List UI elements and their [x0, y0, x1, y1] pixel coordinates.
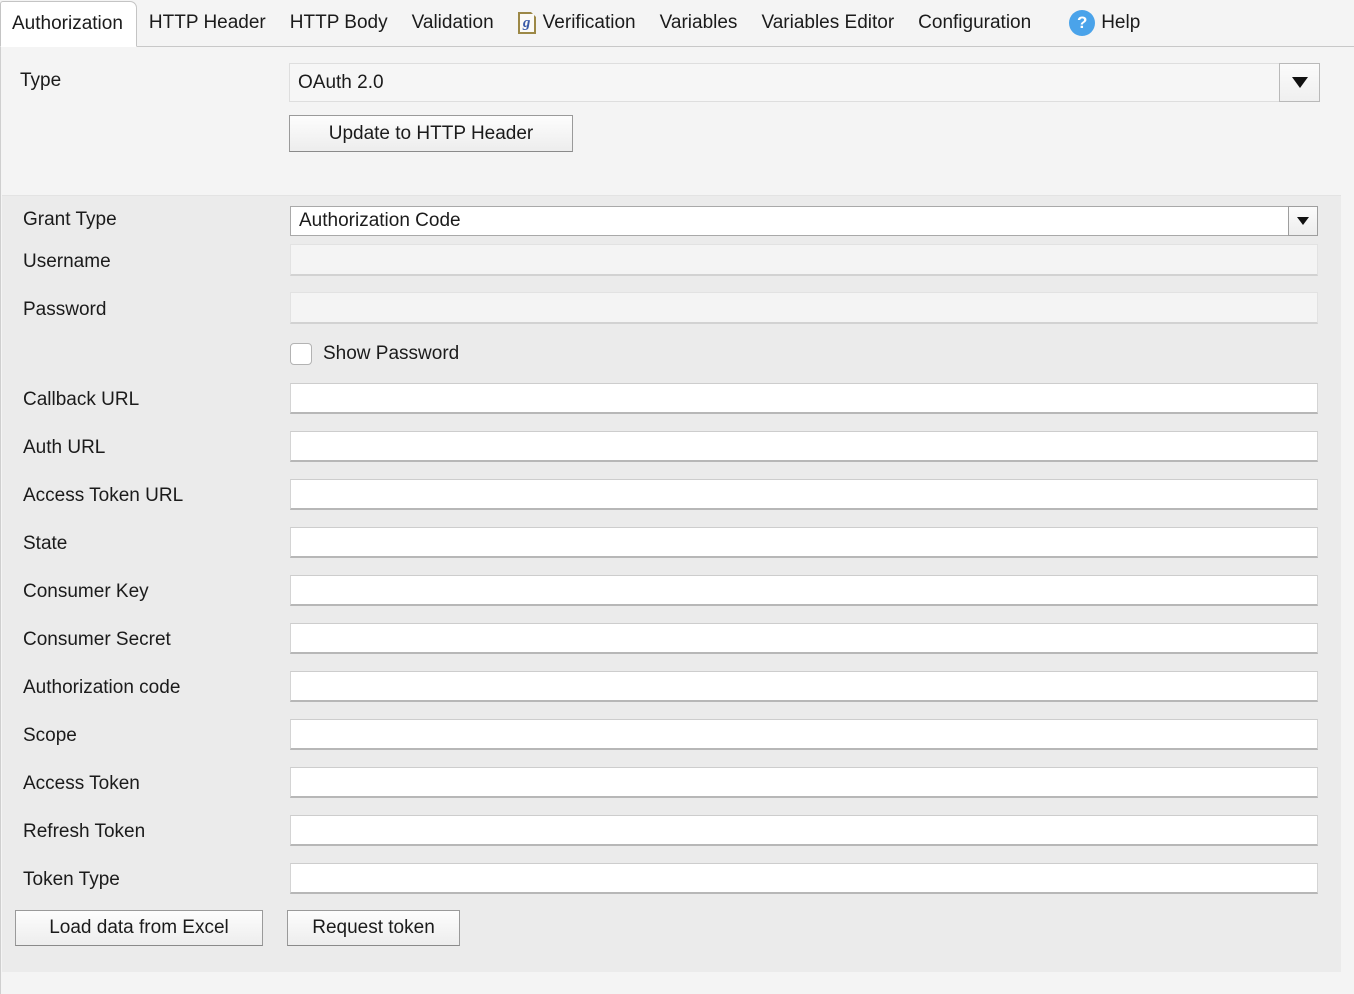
- auth-url-input[interactable]: [290, 431, 1318, 462]
- oauth-form: Grant Type Authorization Code Username P…: [2, 195, 1341, 973]
- password-input[interactable]: [290, 292, 1318, 324]
- scope-label: Scope: [23, 725, 77, 747]
- access-token-url-label: Access Token URL: [23, 485, 183, 507]
- tab-http-body-label: HTTP Body: [290, 12, 388, 34]
- tab-configuration[interactable]: Configuration: [906, 0, 1043, 46]
- tab-validation-label: Validation: [412, 12, 494, 34]
- show-password-label: Show Password: [323, 343, 459, 365]
- auth-url-label: Auth URL: [23, 437, 105, 459]
- chevron-down-icon[interactable]: [1288, 206, 1318, 236]
- consumer-key-input[interactable]: [290, 575, 1318, 606]
- access-token-url-input[interactable]: [290, 479, 1318, 510]
- authorization-code-label: Authorization code: [23, 677, 180, 699]
- state-label: State: [23, 533, 67, 555]
- grant-type-select[interactable]: Authorization Code: [290, 206, 1318, 236]
- token-type-label: Token Type: [23, 869, 120, 891]
- update-to-http-header-button[interactable]: Update to HTTP Header: [289, 115, 573, 152]
- consumer-secret-input[interactable]: [290, 623, 1318, 654]
- tab-http-header-label: HTTP Header: [149, 12, 266, 34]
- help-button[interactable]: ? Help: [1057, 0, 1158, 46]
- token-type-input[interactable]: [290, 863, 1318, 894]
- document-g-icon: g: [518, 12, 536, 34]
- authorization-panel: Type OAuth 2.0 Update to HTTP Header Gra…: [0, 47, 1354, 994]
- password-label: Password: [23, 299, 106, 321]
- show-password-checkbox-row[interactable]: Show Password: [290, 343, 459, 365]
- tab-verification[interactable]: g Verification: [506, 0, 648, 46]
- type-label: Type: [20, 70, 61, 92]
- panel-footer-strip: [2, 972, 1341, 994]
- refresh-token-input[interactable]: [290, 815, 1318, 846]
- authorization-code-input[interactable]: [290, 671, 1318, 702]
- grant-type-label: Grant Type: [23, 209, 117, 231]
- tab-variables[interactable]: Variables: [648, 0, 750, 46]
- username-label: Username: [23, 251, 111, 273]
- tab-variables-label: Variables: [660, 12, 738, 34]
- callback-url-input[interactable]: [290, 383, 1318, 414]
- state-input[interactable]: [290, 527, 1318, 558]
- tab-variables-editor[interactable]: Variables Editor: [749, 0, 906, 46]
- tab-authorization-label: Authorization: [12, 13, 123, 35]
- grant-type-select-value: Authorization Code: [290, 206, 1288, 236]
- type-select-value: OAuth 2.0: [289, 63, 1279, 102]
- tab-verification-label: Verification: [543, 12, 636, 34]
- help-question-icon: ?: [1069, 10, 1095, 36]
- load-data-from-excel-button[interactable]: Load data from Excel: [15, 910, 263, 946]
- help-label: Help: [1101, 12, 1140, 34]
- username-input[interactable]: [290, 244, 1318, 276]
- tab-bar: Authorization HTTP Header HTTP Body Vali…: [0, 0, 1354, 47]
- callback-url-label: Callback URL: [23, 389, 139, 411]
- show-password-checkbox[interactable]: [290, 343, 312, 365]
- request-token-button[interactable]: Request token: [287, 910, 460, 946]
- access-token-label: Access Token: [23, 773, 140, 795]
- access-token-input[interactable]: [290, 767, 1318, 798]
- tab-authorization[interactable]: Authorization: [0, 1, 137, 47]
- tab-configuration-label: Configuration: [918, 12, 1031, 34]
- refresh-token-label: Refresh Token: [23, 821, 145, 843]
- scope-input[interactable]: [290, 719, 1318, 750]
- tab-validation[interactable]: Validation: [400, 0, 506, 46]
- consumer-secret-label: Consumer Secret: [23, 629, 171, 651]
- tab-variables-editor-label: Variables Editor: [761, 12, 894, 34]
- tab-http-header[interactable]: HTTP Header: [137, 0, 278, 46]
- chevron-down-icon[interactable]: [1279, 63, 1320, 102]
- type-select[interactable]: OAuth 2.0: [289, 63, 1320, 102]
- tab-http-body[interactable]: HTTP Body: [278, 0, 400, 46]
- type-section: Type OAuth 2.0 Update to HTTP Header: [2, 47, 1342, 195]
- consumer-key-label: Consumer Key: [23, 581, 149, 603]
